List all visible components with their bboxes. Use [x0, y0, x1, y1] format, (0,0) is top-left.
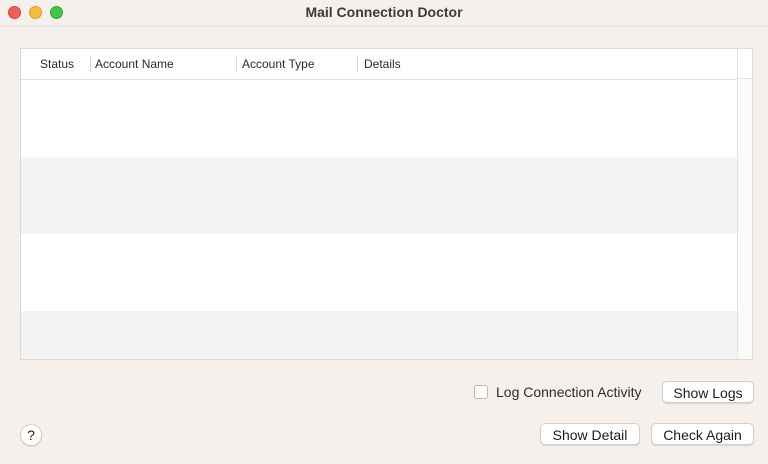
check-again-button[interactable]: Check Again [651, 423, 754, 445]
log-connection-activity-label[interactable]: Log Connection Activity [496, 384, 642, 400]
show-detail-button[interactable]: Show Detail [540, 423, 640, 445]
column-header-details[interactable]: Details [358, 49, 728, 79]
vertical-scrollbar[interactable] [737, 79, 752, 359]
log-connection-activity-checkbox[interactable] [474, 385, 488, 399]
table-body[interactable] [21, 80, 737, 359]
table-row[interactable] [21, 80, 737, 157]
accounts-table: Status Account Name Account Type Details [20, 48, 753, 360]
window-title: Mail Connection Doctor [305, 4, 463, 20]
table-row[interactable] [21, 234, 737, 311]
mail-connection-doctor-window: Mail Connection Doctor Status Account Na… [0, 0, 768, 464]
show-logs-button[interactable]: Show Logs [662, 381, 754, 403]
help-button[interactable]: ? [20, 424, 42, 446]
table-row[interactable] [21, 157, 737, 234]
table-header: Status Account Name Account Type Details [21, 49, 737, 80]
title-bar[interactable]: Mail Connection Doctor [0, 0, 768, 27]
column-header-account-type[interactable]: Account Type [236, 49, 357, 79]
log-connection-activity-option[interactable]: Log Connection Activity [474, 383, 642, 401]
table-header-corner [737, 49, 752, 79]
column-header-account-name[interactable]: Account Name [89, 49, 235, 79]
table-row[interactable] [21, 311, 737, 359]
